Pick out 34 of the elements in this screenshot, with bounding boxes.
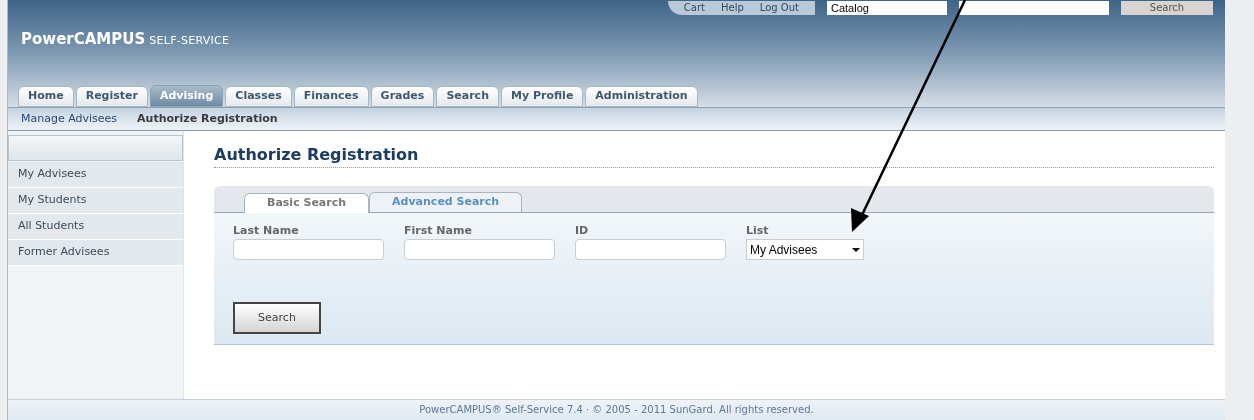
- search-tab[interactable]: Basic Search: [244, 193, 370, 213]
- text-field[interactable]: [575, 239, 726, 260]
- nav-tab[interactable]: Finances: [293, 86, 369, 107]
- page-title: Authorize Registration: [214, 144, 420, 166]
- footer: PowerCAMPUS® Self-Service 7.4 · © 2005 - 2011 SunGard. All rights reserved.: [8, 399, 1225, 420]
- nav-tab[interactable]: Home: [18, 86, 74, 107]
- sidebar-item[interactable]: Former Advisees: [8, 240, 183, 266]
- text-field[interactable]: [404, 239, 555, 260]
- nav-tab[interactable]: Classes: [225, 86, 292, 107]
- nav-tab[interactable]: Register: [75, 86, 148, 107]
- nav-tab[interactable]: My Profile: [500, 86, 584, 107]
- field-label: ID: [575, 223, 590, 239]
- text-field[interactable]: [233, 239, 384, 260]
- header-link[interactable]: Log Out: [759, 1, 799, 15]
- header-link[interactable]: Cart: [683, 1, 705, 15]
- sidebar-item[interactable]: All Students: [8, 214, 183, 240]
- field-label: First Name: [404, 223, 473, 239]
- catalog-search-field[interactable]: [959, 1, 1109, 15]
- nav-tab[interactable]: Grades: [370, 86, 435, 107]
- subnav-link[interactable]: Manage Advisees: [21, 110, 118, 128]
- dropdown-caret-icon: [852, 247, 860, 252]
- subnav-link[interactable]: Authorize Registration: [137, 110, 278, 128]
- list-select[interactable]: My Advisees: [746, 239, 864, 260]
- sidebar-item[interactable]: My Students: [8, 188, 183, 214]
- field-label: Last Name: [233, 223, 300, 239]
- nav-tab[interactable]: Search: [436, 86, 499, 107]
- sidebar-item[interactable]: My Advisees: [8, 162, 183, 188]
- nav-tab[interactable]: Administration: [585, 86, 698, 107]
- header-link[interactable]: Help: [721, 1, 744, 15]
- search-button[interactable]: Search: [233, 302, 321, 334]
- brand-logo: PowerCAMPUS SELF-SERVICE: [21, 29, 231, 50]
- catalog-search-button[interactable]: Search: [1121, 1, 1213, 15]
- field-label: List: [746, 223, 770, 239]
- catalog-select[interactable]: Catalog: [827, 1, 947, 15]
